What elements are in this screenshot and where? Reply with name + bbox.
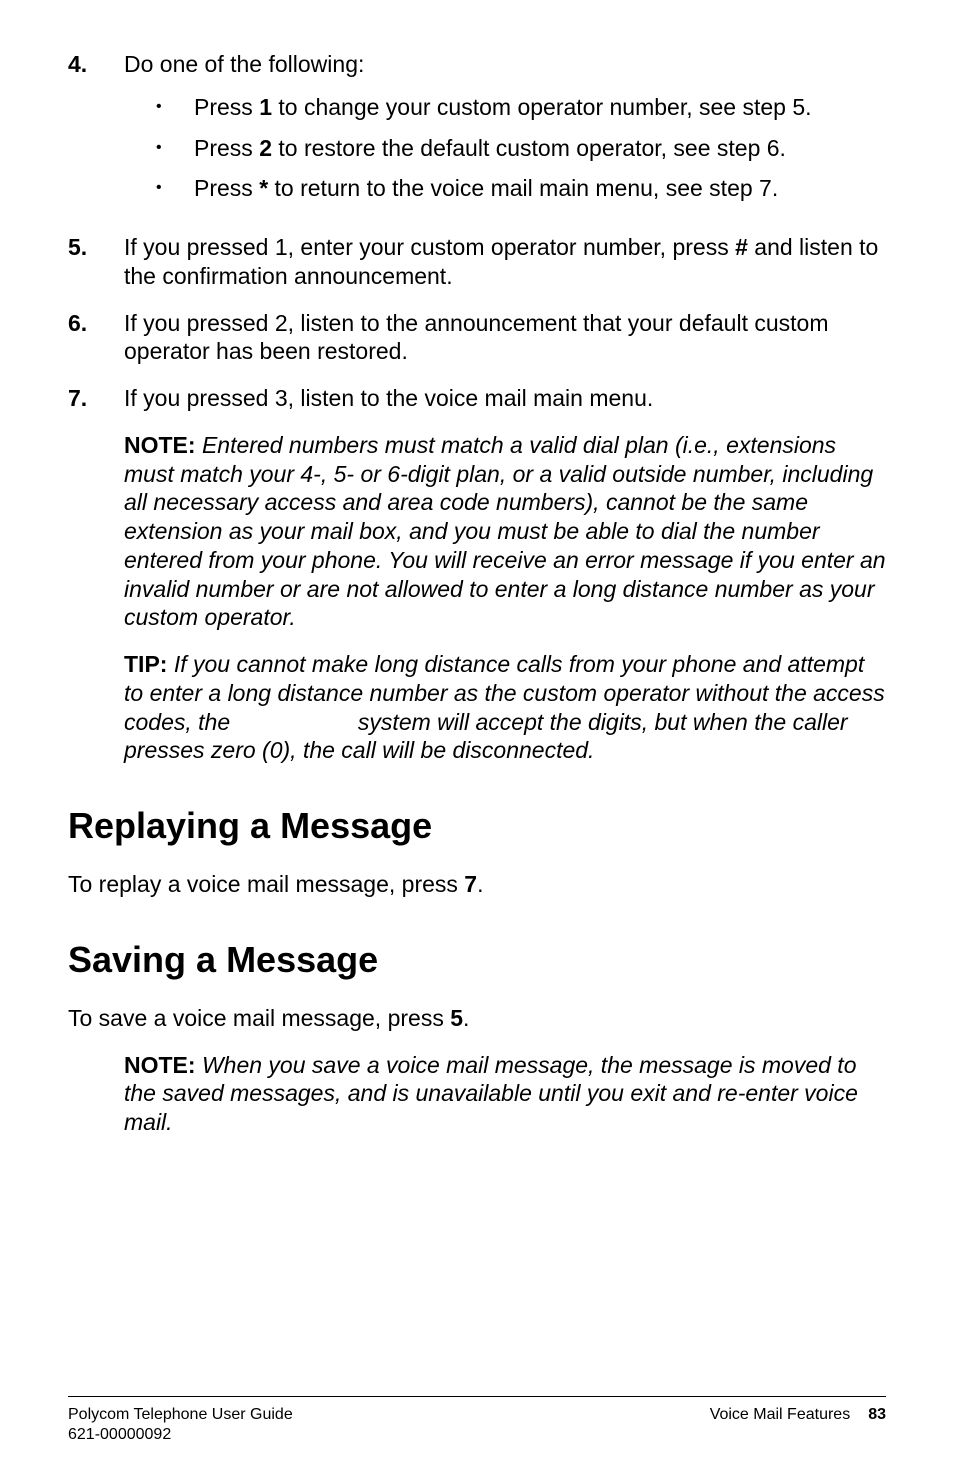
save-pre: To save a voice mail message, press (68, 1005, 450, 1031)
step-7: 7. If you pressed 3, listen to the voice… (68, 384, 886, 413)
page-number: 83 (868, 1405, 886, 1445)
bullet-key: * (259, 175, 268, 201)
note-block: NOTE: Entered numbers must match a valid… (68, 431, 886, 632)
step-pre: If you pressed 1, enter your custom oper… (124, 234, 735, 260)
bullet-icon: • (156, 93, 194, 122)
step-number: 4. (68, 50, 124, 215)
tip-label: TIP: (124, 651, 167, 677)
save-key: 5 (450, 1005, 463, 1031)
step-number: 5. (68, 233, 124, 291)
bullet-text: Press 2 to restore the default custom op… (194, 134, 786, 163)
bullet-post: to return to the voice mail main menu, s… (268, 175, 778, 201)
bullet-pre: Press (194, 175, 259, 201)
bullet-pre: Press (194, 94, 259, 120)
heading-replaying: Replaying a Message (68, 803, 886, 848)
step-text: If you pressed 2, listen to the announce… (124, 309, 886, 367)
tip-text: If you cannot make long distance calls f… (124, 651, 891, 763)
step-key: # (735, 234, 748, 260)
replay-post: . (477, 871, 483, 897)
note-label: NOTE: (124, 432, 196, 458)
step-number: 6. (68, 309, 124, 367)
bullet-item: • Press 2 to restore the default custom … (124, 134, 886, 163)
bullet-text: Press * to return to the voice mail main… (194, 174, 778, 203)
bullet-pre: Press (194, 135, 259, 161)
page-footer: Polycom Telephone User Guide 621-0000009… (68, 1396, 886, 1445)
replay-paragraph: To replay a voice mail message, press 7. (68, 870, 886, 899)
bullet-item: • Press 1 to change your custom operator… (124, 93, 886, 122)
step-number: 7. (68, 384, 124, 413)
bullet-key: 1 (259, 94, 272, 120)
bullet-post: to restore the default custom operator, … (272, 135, 786, 161)
step-content: Do one of the following: • Press 1 to ch… (124, 50, 886, 215)
step-text: If you pressed 3, listen to the voice ma… (124, 384, 886, 413)
note-text: Entered numbers must match a valid dial … (124, 432, 886, 631)
note-label: NOTE: (124, 1052, 196, 1078)
note-block-2: NOTE: When you save a voice mail message… (68, 1051, 886, 1137)
tip-block: TIP: If you cannot make long distance ca… (68, 650, 886, 765)
bullet-post: to change your custom operator number, s… (272, 94, 812, 120)
step-text: Do one of the following: (124, 51, 364, 77)
bullet-text: Press 1 to change your custom operator n… (194, 93, 812, 122)
step-content: If you pressed 1, enter your custom oper… (124, 233, 886, 291)
footer-guide-title: Polycom Telephone User Guide (68, 1405, 293, 1425)
heading-saving: Saving a Message (68, 937, 886, 982)
bullet-icon: • (156, 134, 194, 163)
bullet-item: • Press * to return to the voice mail ma… (124, 174, 886, 203)
save-paragraph: To save a voice mail message, press 5. (68, 1004, 886, 1033)
footer-doc-id: 621-00000092 (68, 1425, 293, 1445)
step-4: 4. Do one of the following: • Press 1 to… (68, 50, 886, 215)
bullet-key: 2 (259, 135, 272, 161)
footer-left: Polycom Telephone User Guide 621-0000009… (68, 1405, 293, 1445)
footer-section: Voice Mail Features (710, 1405, 851, 1445)
step-5: 5. If you pressed 1, enter your custom o… (68, 233, 886, 291)
bullet-list: • Press 1 to change your custom operator… (124, 93, 886, 203)
step-6: 6. If you pressed 2, listen to the annou… (68, 309, 886, 367)
bullet-icon: • (156, 174, 194, 203)
note-text: When you save a voice mail message, the … (124, 1052, 858, 1136)
replay-pre: To replay a voice mail message, press (68, 871, 464, 897)
footer-right: Voice Mail Features 83 (710, 1405, 886, 1445)
save-post: . (463, 1005, 469, 1031)
replay-key: 7 (464, 871, 477, 897)
